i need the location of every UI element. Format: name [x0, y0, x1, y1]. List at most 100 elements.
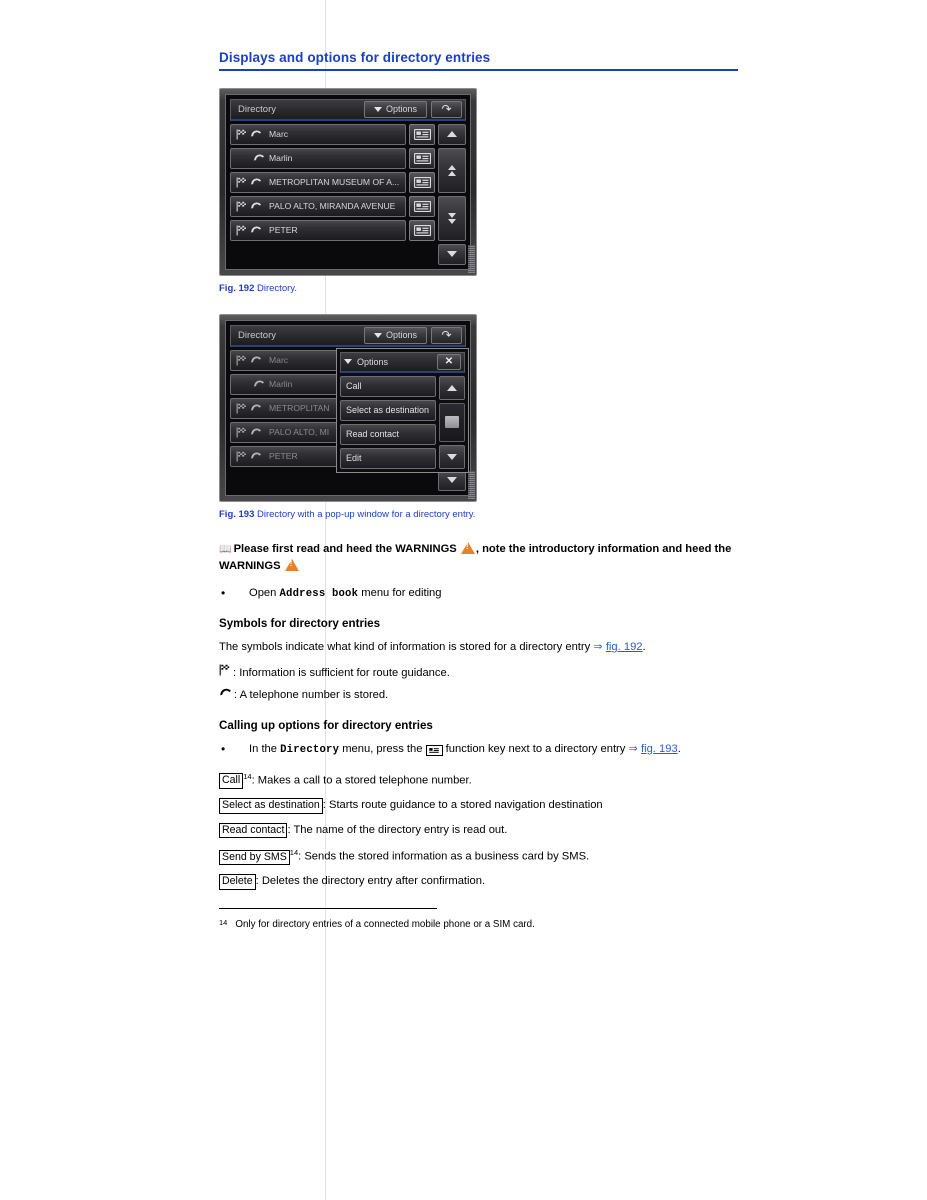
- definition-select-as-destination: Select as destination: Starts route guid…: [219, 797, 738, 814]
- bullet-mono: Address book: [279, 588, 359, 601]
- checkered-flag-icon: [219, 664, 230, 676]
- scroll-page-up-button[interactable]: [438, 147, 466, 193]
- key-label-select-as-destination: Select as destination: [219, 798, 323, 814]
- bullet-post: menu for editing: [358, 587, 442, 600]
- options-popup: Options ✕ Call Select as destination Rea…: [336, 347, 469, 473]
- link-fig-193[interactable]: fig. 193: [641, 743, 678, 755]
- phone-handset-icon: [251, 226, 261, 233]
- warning-text-part1: Please first read and heed the WARNINGS: [233, 542, 457, 555]
- book-icon: 📖: [219, 543, 231, 555]
- scroll-down-button[interactable]: [438, 243, 466, 265]
- popup-scroll-track[interactable]: [439, 402, 465, 442]
- symbol-line-flag: : Information is sufficient for route gu…: [219, 664, 738, 683]
- checkered-flag-icon: [236, 427, 246, 437]
- figure-caption-label: Fig. 192: [219, 282, 255, 294]
- popup-scrollbar: [439, 375, 465, 469]
- options-button-193[interactable]: Options: [364, 326, 427, 344]
- entry-icons: [236, 177, 265, 188]
- contact-card-icon: [413, 152, 431, 164]
- phone-handset-icon: [251, 356, 261, 363]
- popup-scroll-up-button[interactable]: [439, 375, 465, 400]
- back-arrow-icon: ↷: [441, 102, 452, 116]
- phone-handset-icon: [254, 154, 264, 161]
- directory-entry-marlin[interactable]: Marlin: [230, 147, 406, 169]
- warning-triangle-icon: [284, 559, 299, 572]
- contact-card-icon: [413, 200, 431, 212]
- definition-delete: Delete: Deletes the directory entry afte…: [219, 873, 738, 890]
- arrow-down-icon: [447, 453, 457, 460]
- mfd-inner-193: Directory Options ↷ Marc Marlin METROPLI…: [225, 319, 471, 496]
- entry-label: METROPLITAN MUSEUM OF A...: [269, 177, 400, 187]
- directory-row: Marlin: [230, 147, 435, 169]
- entry-icons: [236, 403, 265, 414]
- symbol-line-phone: : A telephone number is stored.: [219, 687, 738, 705]
- contact-card-icon: [413, 224, 431, 236]
- definition-text-send-by-sms: : Sends the stored information as a busi…: [298, 850, 590, 863]
- scroll-up-button[interactable]: [438, 123, 466, 145]
- warning-triangle-icon: [460, 541, 475, 554]
- entry-label: PALO ALTO, MI: [269, 427, 330, 437]
- directory-entry-marc[interactable]: Marc: [230, 123, 406, 145]
- directory-entry-palo-alto[interactable]: PALO ALTO, MIRANDA AVENUE: [230, 195, 406, 217]
- popup-option-select-as-destination[interactable]: Select as destination: [340, 399, 436, 421]
- entry-icons: [236, 427, 265, 438]
- key-label-send-by-sms: Send by SMS: [219, 849, 290, 865]
- scroll-down-button[interactable]: [438, 469, 466, 491]
- popup-option-read-contact[interactable]: Read contact: [340, 423, 436, 445]
- popup-body: Call Select as destination Read contact …: [340, 375, 465, 469]
- phone-handset-icon: [251, 452, 261, 459]
- directory-row: Marc: [230, 123, 435, 145]
- footnote-ref: 14: [289, 847, 299, 857]
- entry-icons: [236, 153, 265, 163]
- function-key-button[interactable]: [409, 219, 435, 241]
- function-key-button[interactable]: [409, 123, 435, 145]
- phone-handset-icon: [220, 688, 231, 696]
- scroll-thumb[interactable]: [445, 415, 459, 428]
- bullet-list-top: Open Address book menu for editing: [219, 584, 738, 603]
- figure-caption-text: Directory with a pop-up window for a dir…: [257, 508, 476, 520]
- back-button-193[interactable]: ↷: [431, 326, 462, 344]
- back-arrow-icon: ↷: [441, 328, 452, 342]
- entry-label: METROPLITAN: [269, 403, 330, 413]
- function-key-button[interactable]: [409, 171, 435, 193]
- mfd-body-192: Marc Marlin METROPLITAN MUSEUM OF A... P…: [230, 123, 466, 265]
- mfd-screen-directory-popup: Directory Options ↷ Marc Marlin METROPLI…: [219, 313, 477, 502]
- scroll-page-down-button[interactable]: [438, 195, 466, 241]
- opt-bullet-post: function key next to a directory entry: [442, 742, 629, 755]
- footnote-ref: 14: [243, 771, 252, 781]
- footnote-text: Only for directory entries of a connecte…: [235, 919, 535, 931]
- arrow-up-icon: [447, 131, 457, 137]
- key-label-call: Call: [219, 773, 244, 789]
- popup-option-edit[interactable]: Edit: [340, 447, 436, 469]
- options-button-192[interactable]: Options: [364, 100, 427, 118]
- popup-option-call[interactable]: Call: [340, 375, 436, 397]
- popup-scroll-down-button[interactable]: [439, 444, 465, 469]
- bullet-list-options: In the Directory menu, press the functio…: [219, 740, 738, 759]
- definition-call: Call 14: Makes a call to a stored telepho…: [219, 771, 738, 790]
- footnote: 14 Only for directory entries of a conne…: [219, 918, 738, 932]
- key-label-read-contact: Read contact: [219, 823, 288, 839]
- function-key-button[interactable]: [409, 195, 435, 217]
- definition-text-read-contact: : The name of the directory entry is rea…: [287, 824, 508, 837]
- back-button-192[interactable]: ↷: [431, 100, 462, 118]
- phone-handset-icon: [254, 380, 264, 387]
- definition-text-call: : Makes a call to a stored telephone num…: [251, 774, 472, 787]
- contact-card-icon: [413, 128, 431, 140]
- entry-icons: [236, 451, 265, 462]
- function-key-button[interactable]: [409, 147, 435, 169]
- entry-icons: [236, 129, 265, 140]
- entry-label: PETER: [269, 225, 298, 235]
- popup-options-list: Call Select as destination Read contact …: [340, 375, 436, 469]
- directory-entry-peter[interactable]: PETER: [230, 219, 406, 241]
- bullet-pre: Open: [249, 587, 280, 600]
- close-button[interactable]: ✕: [437, 353, 461, 370]
- phone-handset-icon: [251, 428, 261, 435]
- link-fig-192[interactable]: fig. 192: [606, 641, 643, 653]
- warning-notice: 📖 Please first read and heed the WARNING…: [219, 540, 738, 576]
- document-page: Displays and options for directory entri…: [0, 0, 927, 1200]
- chevron-down-icon: [373, 332, 382, 338]
- options-button-label-192: Options: [385, 104, 418, 114]
- definition-send-by-sms: Send by SMS 14: Sends the stored informat…: [219, 847, 738, 866]
- directory-entry-metroplitan[interactable]: METROPLITAN MUSEUM OF A...: [230, 171, 406, 193]
- figure-caption-193: Fig. 193 Directory with a pop-up window …: [219, 509, 738, 520]
